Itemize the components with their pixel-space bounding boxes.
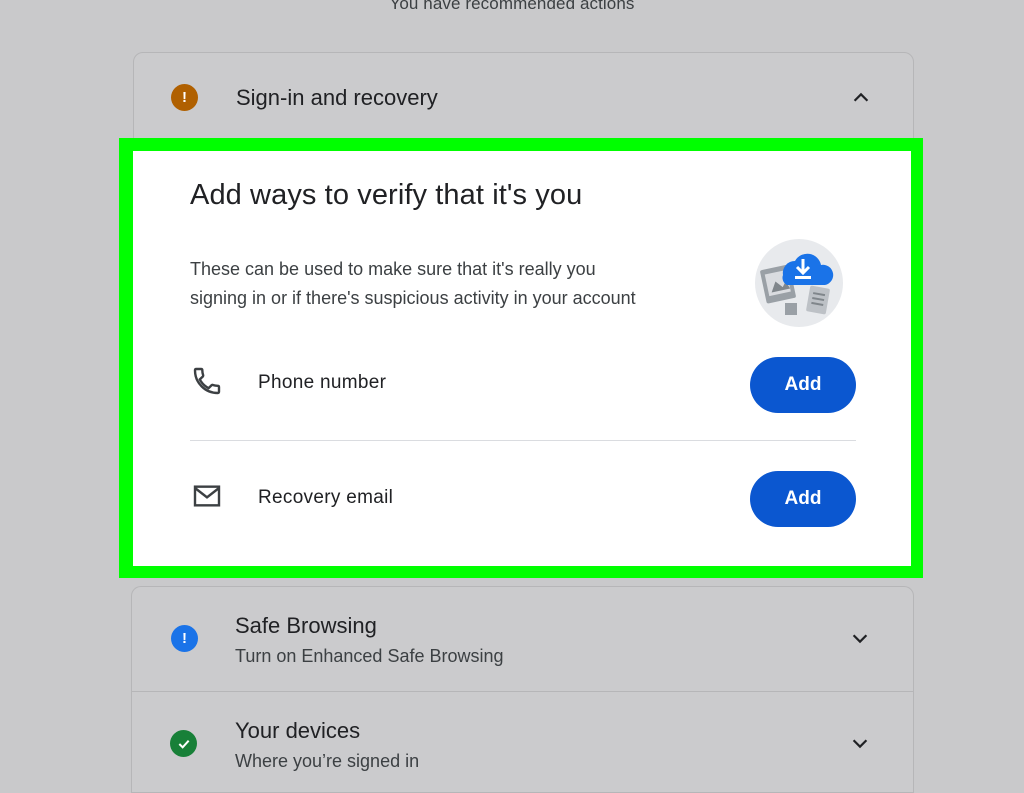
chevron-up-icon[interactable] bbox=[850, 87, 872, 109]
row-divider bbox=[190, 440, 856, 441]
your-devices-title: Your devices bbox=[235, 718, 361, 743]
add-phone-button[interactable]: Add bbox=[750, 357, 856, 413]
chevron-down-icon[interactable] bbox=[849, 627, 871, 649]
signin-recovery-title: Sign-in and recovery bbox=[236, 85, 438, 110]
phone-number-label: Phone number bbox=[258, 372, 387, 393]
cloud-download-illustration bbox=[755, 239, 843, 327]
phone-icon bbox=[193, 367, 221, 395]
your-devices-card[interactable]: Your devices Where you’re signed in bbox=[131, 691, 914, 793]
safe-browsing-subtitle: Turn on Enhanced Safe Browsing bbox=[235, 646, 504, 666]
recommended-actions-text: You have recommended actions bbox=[389, 0, 635, 13]
verify-description-line2: signing in or if there's suspicious acti… bbox=[190, 288, 636, 308]
verify-title: Add ways to verify that it's you bbox=[190, 179, 583, 211]
your-devices-subtitle: Where you’re signed in bbox=[235, 751, 420, 771]
verify-panel: Add ways to verify that it's you These c… bbox=[133, 151, 911, 566]
safe-browsing-title: Safe Browsing bbox=[235, 613, 377, 638]
chevron-down-icon[interactable] bbox=[849, 732, 871, 754]
add-recovery-email-button[interactable]: Add bbox=[750, 471, 856, 527]
safe-browsing-card[interactable]: ! Safe Browsing Turn on Enhanced Safe Br… bbox=[131, 586, 914, 692]
verify-description: These can be used to make sure that it's… bbox=[190, 255, 730, 313]
mail-icon bbox=[193, 485, 221, 507]
warning-icon: ! bbox=[171, 84, 198, 111]
info-icon: ! bbox=[171, 625, 198, 652]
verify-description-line1: These can be used to make sure that it's… bbox=[190, 259, 596, 279]
check-icon bbox=[170, 730, 197, 757]
recovery-email-label: Recovery email bbox=[258, 487, 394, 508]
